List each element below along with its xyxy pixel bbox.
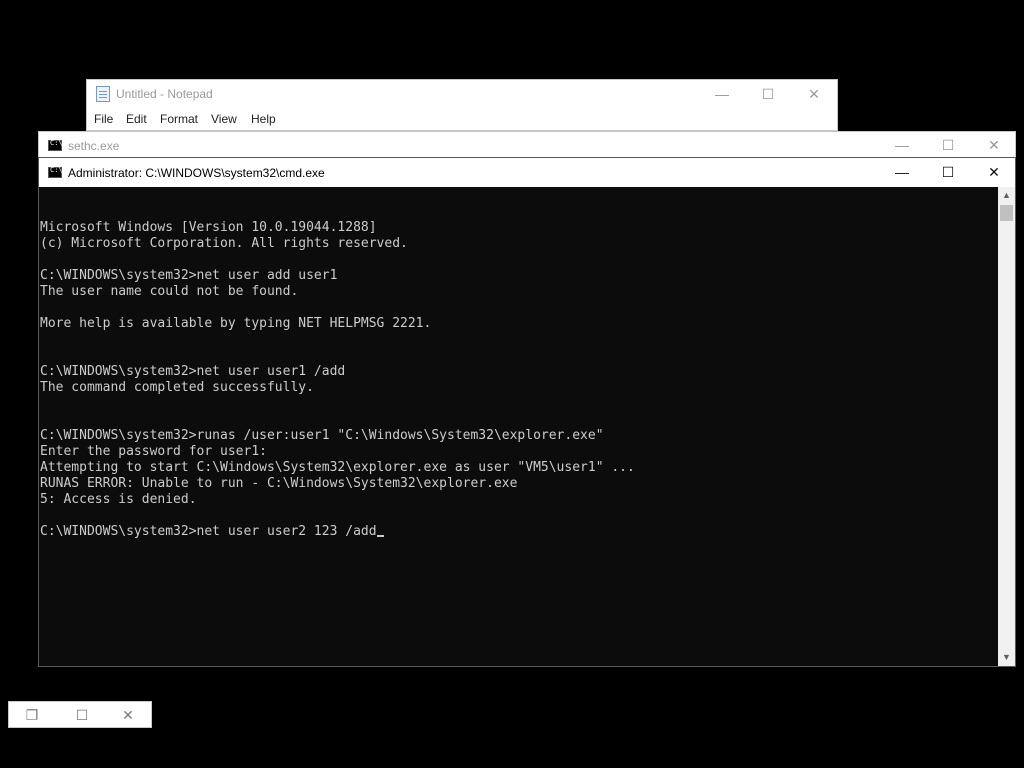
scrollbar-thumb[interactable] [1000,205,1013,221]
vertical-scrollbar[interactable]: ▲ ▼ [998,187,1015,666]
console-line: C:\WINDOWS\system32>runas /user:user1 "C… [40,428,604,443]
cmd-close-button[interactable]: ✕ [971,158,1017,187]
console-line: RUNAS ERROR: Unable to run - C:\Windows\… [40,476,518,491]
console-line: More help is available by typing NET HEL… [40,316,432,331]
notepad-close-button[interactable]: ✕ [791,80,837,108]
notepad-icon [96,86,110,102]
notepad-titlebar[interactable]: Untitled - Notepad — ☐ ✕ [87,80,837,108]
sethc-minimize-button[interactable]: — [879,132,925,158]
console-icon [48,166,63,178]
console-line: Enter the password for user1: [40,444,267,459]
minimized-maximize-button[interactable]: ☐ [59,702,105,729]
scroll-up-icon[interactable]: ▲ [998,187,1015,204]
console-line: 5: Access is denied. [40,492,197,507]
console-line: The command completed successfully. [40,380,314,395]
sethc-title: sethc.exe [68,139,120,153]
console-line: C:\WINDOWS\system32>net user add user1 [40,268,338,283]
cmd-minimize-button[interactable]: — [879,158,925,187]
console-output[interactable]: Microsoft Windows [Version 10.0.19044.12… [39,187,1000,666]
console-line: C:\WINDOWS\system32>net user user1 /add [40,364,346,379]
sethc-close-button[interactable]: ✕ [971,132,1017,158]
notepad-minimize-button[interactable]: — [699,80,745,108]
cmd-window[interactable]: Administrator: C:\WINDOWS\system32\cmd.e… [38,157,1016,667]
menu-file[interactable]: File [94,112,113,126]
text-cursor [376,535,384,537]
menu-view[interactable]: View [211,112,237,126]
cmd-titlebar[interactable]: Administrator: C:\WINDOWS\system32\cmd.e… [39,158,1015,187]
console-icon [48,139,63,151]
minimized-window[interactable]: ❐ ☐ ✕ [8,701,152,728]
menu-format[interactable]: Format [160,112,198,126]
console-input-line[interactable]: C:\WINDOWS\system32>net user user2 123 /… [40,524,1000,540]
sethc-maximize-button[interactable]: ☐ [925,132,971,158]
console-current-input[interactable]: C:\WINDOWS\system32>net user user2 123 /… [40,524,377,539]
console-line: Microsoft Windows [Version 10.0.19044.12… [40,220,377,235]
notepad-maximize-button[interactable]: ☐ [745,80,791,108]
menu-edit[interactable]: Edit [126,112,147,126]
cmd-maximize-button[interactable]: ☐ [925,158,971,187]
scroll-down-icon[interactable]: ▼ [998,649,1015,666]
restore-button[interactable]: ❐ [9,702,55,729]
notepad-window[interactable]: Untitled - Notepad — ☐ ✕ File Edit Forma… [86,79,838,131]
console-line: The user name could not be found. [40,284,299,299]
notepad-title: Untitled - Notepad [116,87,213,101]
minimized-close-button[interactable]: ✕ [105,702,151,729]
console-line: Attempting to start C:\Windows\System32\… [40,460,635,475]
menu-help[interactable]: Help [251,112,276,126]
sethc-window[interactable]: sethc.exe — ☐ ✕ [38,131,1016,159]
console-line: (c) Microsoft Corporation. All rights re… [40,236,408,251]
cmd-title: Administrator: C:\WINDOWS\system32\cmd.e… [68,166,325,180]
